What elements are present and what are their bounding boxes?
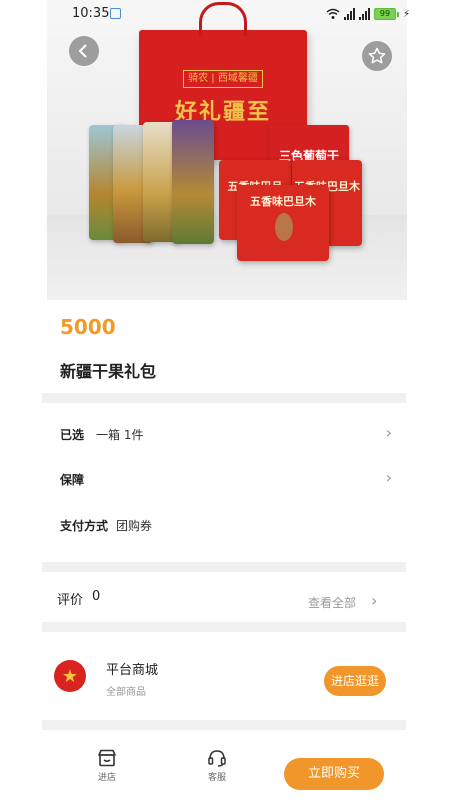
reviews-count: 0 <box>92 589 101 604</box>
reviews-row[interactable]: 评价 0 查看全部 › <box>42 580 406 620</box>
visit-store-button[interactable]: 进店逛逛 <box>324 666 386 696</box>
guarantee-label: 保障 <box>60 473 85 487</box>
section-divider <box>42 562 406 572</box>
status-bar: 10:35 99 ⚡ <box>0 0 450 30</box>
product-image: 骑农 | 西域馨疆 好礼疆至 三色葡萄干 五香味巴旦 五香味巴旦木 五香味巴旦木 <box>47 0 407 300</box>
product-price: 5000 <box>60 315 116 339</box>
wifi-icon <box>326 8 340 19</box>
status-icons: 99 ⚡ <box>326 8 410 20</box>
store-icon <box>98 749 116 767</box>
chevron-right-icon: › <box>385 468 392 487</box>
pouch-label: 五香味巴旦木 <box>250 195 316 208</box>
section-divider <box>42 393 406 403</box>
service-tab-label: 客服 <box>207 773 226 783</box>
store-card: ★ 平台商城 全部商品 进店逛逛 <box>42 640 406 716</box>
store-tab[interactable]: 进店 <box>87 749 127 783</box>
payment-value: 团购券 <box>116 519 153 533</box>
payment-method-row: 支付方式 团购券 <box>42 506 406 546</box>
signal-icon-2 <box>358 8 370 20</box>
product-title: 新疆干果礼包 <box>60 362 157 381</box>
bag-brand: 骑农 | 西域馨疆 <box>183 70 263 88</box>
chevron-left-icon <box>78 44 87 58</box>
store-tab-label: 进店 <box>97 773 116 783</box>
chevron-right-icon: › <box>371 591 378 610</box>
store-logo: ★ <box>54 660 86 692</box>
section-divider <box>42 622 406 632</box>
snack-pouch <box>172 120 214 244</box>
store-subtitle: 全部商品 <box>106 687 146 698</box>
notification-icon <box>110 8 121 19</box>
almond-pouch: 五香味巴旦木 <box>237 185 329 261</box>
section-divider <box>42 720 406 730</box>
favorite-button[interactable] <box>362 41 392 71</box>
selected-spec-row[interactable]: 已选 一箱 1件 › <box>42 415 406 455</box>
headset-icon <box>208 750 226 767</box>
signal-icon <box>343 8 355 20</box>
reviews-label: 评价 <box>57 593 84 608</box>
chevron-right-icon: › <box>385 423 392 442</box>
store-name: 平台商城 <box>106 663 159 678</box>
view-all-reviews-link[interactable]: 查看全部 <box>308 594 356 611</box>
buy-now-button[interactable]: 立即购买 <box>284 758 384 790</box>
battery-level: 99 <box>373 8 396 20</box>
selected-label: 已选 <box>60 428 85 442</box>
bottom-bar: 进店 客服 立即购买 <box>42 745 406 795</box>
charging-icon: ⚡ <box>402 8 410 20</box>
payment-label: 支付方式 <box>60 519 109 533</box>
star-outline-icon <box>368 47 386 64</box>
battery-icon: 99 <box>373 8 399 20</box>
back-button[interactable] <box>69 36 99 66</box>
guarantee-row[interactable]: 保障 › <box>42 460 406 500</box>
selected-value: 一箱 1件 <box>96 428 144 442</box>
customer-service-tab[interactable]: 客服 <box>197 749 237 783</box>
status-time: 10:35 <box>72 6 110 21</box>
